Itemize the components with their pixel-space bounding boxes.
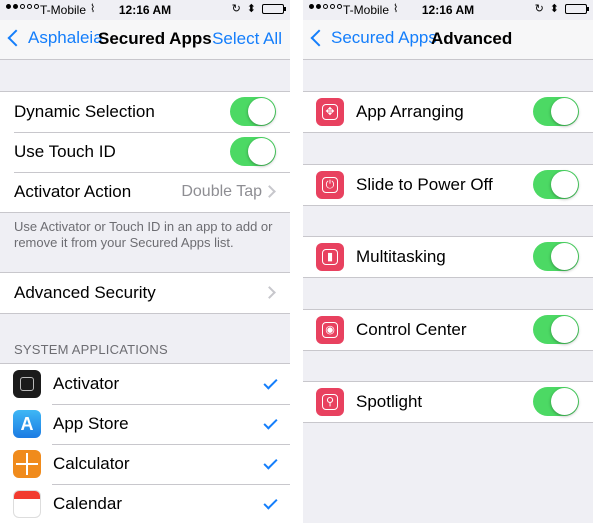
status-bar: T-Mobile ⌇ 12:16 AM ↻ ⬍: [303, 0, 593, 20]
chevron-left-icon: [310, 29, 328, 47]
checkmark-icon: [263, 495, 278, 510]
activator-action-row[interactable]: Activator Action Double Tap: [0, 172, 290, 212]
battery-icon: [565, 3, 589, 14]
spotlight-row: ⚲ Spotlight: [303, 382, 593, 422]
row-label: App Store: [53, 414, 129, 433]
settings-footer: Use Activator or Touch ID in an app to a…: [14, 219, 273, 250]
row-label: Activator Action: [14, 182, 132, 201]
bluetooth-icon: ⬍: [246, 3, 256, 15]
system-apps-group: Activator A App Store Calculator Calenda…: [0, 363, 290, 523]
advanced-group: Advanced Security: [0, 272, 290, 314]
row-label: Activator: [53, 374, 120, 393]
row-label: Slide to Power Off: [356, 175, 493, 194]
section-header: SYSTEM APPLICATIONS: [14, 342, 168, 357]
app-arranging-row: ✥ App Arranging: [303, 92, 593, 132]
spotlight-toggle[interactable]: [533, 387, 579, 416]
back-button[interactable]: Asphaleia: [6, 28, 103, 48]
activator-app-icon: [13, 370, 41, 398]
back-button-label: Asphaleia: [28, 28, 103, 47]
slide-to-power-off-group: ⏻ Slide to Power Off: [303, 164, 593, 206]
app-store-app-icon: A: [13, 410, 41, 438]
status-bar: T-Mobile ⌇ 12:16 AM ↻ ⬍: [0, 0, 290, 20]
page-title: Advanced: [431, 29, 513, 48]
row-label: Calendar: [53, 494, 122, 513]
power-icon: ⏻: [316, 171, 344, 199]
orientation-lock-icon: ↻: [231, 3, 241, 15]
settings-group: Dynamic Selection Use Touch ID Activator…: [0, 91, 290, 213]
row-label: App Arranging: [356, 102, 464, 121]
row-label: Dynamic Selection: [14, 102, 155, 121]
row-label: Use Touch ID: [14, 142, 116, 161]
multitasking-toggle[interactable]: [533, 242, 579, 271]
checkmark-icon: [263, 415, 278, 430]
advanced-security-row[interactable]: Advanced Security: [0, 273, 290, 313]
multitasking-icon: ▮: [316, 243, 344, 271]
row-label: Spotlight: [356, 392, 423, 411]
use-touch-id-row: Use Touch ID: [0, 132, 290, 172]
calculator-app-icon: [13, 450, 41, 478]
use-touch-id-toggle[interactable]: [230, 137, 276, 166]
page-title: Secured Apps: [98, 29, 212, 48]
bluetooth-icon: ⬍: [549, 3, 559, 15]
app-row-app-store[interactable]: A App Store: [0, 404, 290, 444]
app-row-activator[interactable]: Activator: [0, 364, 290, 404]
control-center-toggle[interactable]: [533, 315, 579, 344]
checkmark-icon: [263, 455, 278, 470]
dynamic-selection-row: Dynamic Selection: [0, 92, 290, 132]
control-center-row: ◉ Control Center: [303, 310, 593, 350]
back-button[interactable]: Secured Apps: [309, 28, 437, 48]
checkmark-icon: [263, 375, 278, 390]
activator-action-value: Double Tap: [181, 183, 262, 200]
secured-apps-screen: T-Mobile ⌇ 12:16 AM ↻ ⬍ Asphaleia Secure…: [0, 0, 290, 523]
app-row-calendar[interactable]: Calendar: [0, 484, 290, 523]
control-center-icon: ◉: [316, 316, 344, 344]
app-row-calculator[interactable]: Calculator: [0, 444, 290, 484]
app-arranging-group: ✥ App Arranging: [303, 91, 593, 133]
screen-divider: [290, 0, 303, 523]
dynamic-selection-toggle[interactable]: [230, 97, 276, 126]
advanced-screen: T-Mobile ⌇ 12:16 AM ↻ ⬍ Secured Apps Adv…: [303, 0, 593, 523]
back-button-label: Secured Apps: [331, 28, 437, 47]
chevron-right-icon: [263, 286, 276, 299]
spotlight-group: ⚲ Spotlight: [303, 381, 593, 423]
slide-to-power-off-toggle[interactable]: [533, 170, 579, 199]
slide-to-power-off-row: ⏻ Slide to Power Off: [303, 165, 593, 205]
row-label: Advanced Security: [14, 283, 156, 302]
navigation-bar: Asphaleia Secured Apps Select All: [0, 20, 290, 60]
row-label: Calculator: [53, 454, 130, 473]
row-label: Control Center: [356, 320, 467, 339]
spotlight-icon: ⚲: [316, 388, 344, 416]
select-all-button[interactable]: Select All: [212, 29, 282, 49]
multitasking-row: ▮ Multitasking: [303, 237, 593, 277]
chevron-right-icon: [263, 185, 276, 198]
row-label: Multitasking: [356, 247, 446, 266]
calendar-app-icon: [13, 490, 41, 518]
multitasking-group: ▮ Multitasking: [303, 236, 593, 278]
arrange-icon: ✥: [316, 98, 344, 126]
orientation-lock-icon: ↻: [534, 3, 544, 15]
chevron-left-icon: [7, 29, 25, 47]
navigation-bar: Secured Apps Advanced: [303, 20, 593, 60]
control-center-group: ◉ Control Center: [303, 309, 593, 351]
app-arranging-toggle[interactable]: [533, 97, 579, 126]
battery-icon: [262, 3, 286, 14]
